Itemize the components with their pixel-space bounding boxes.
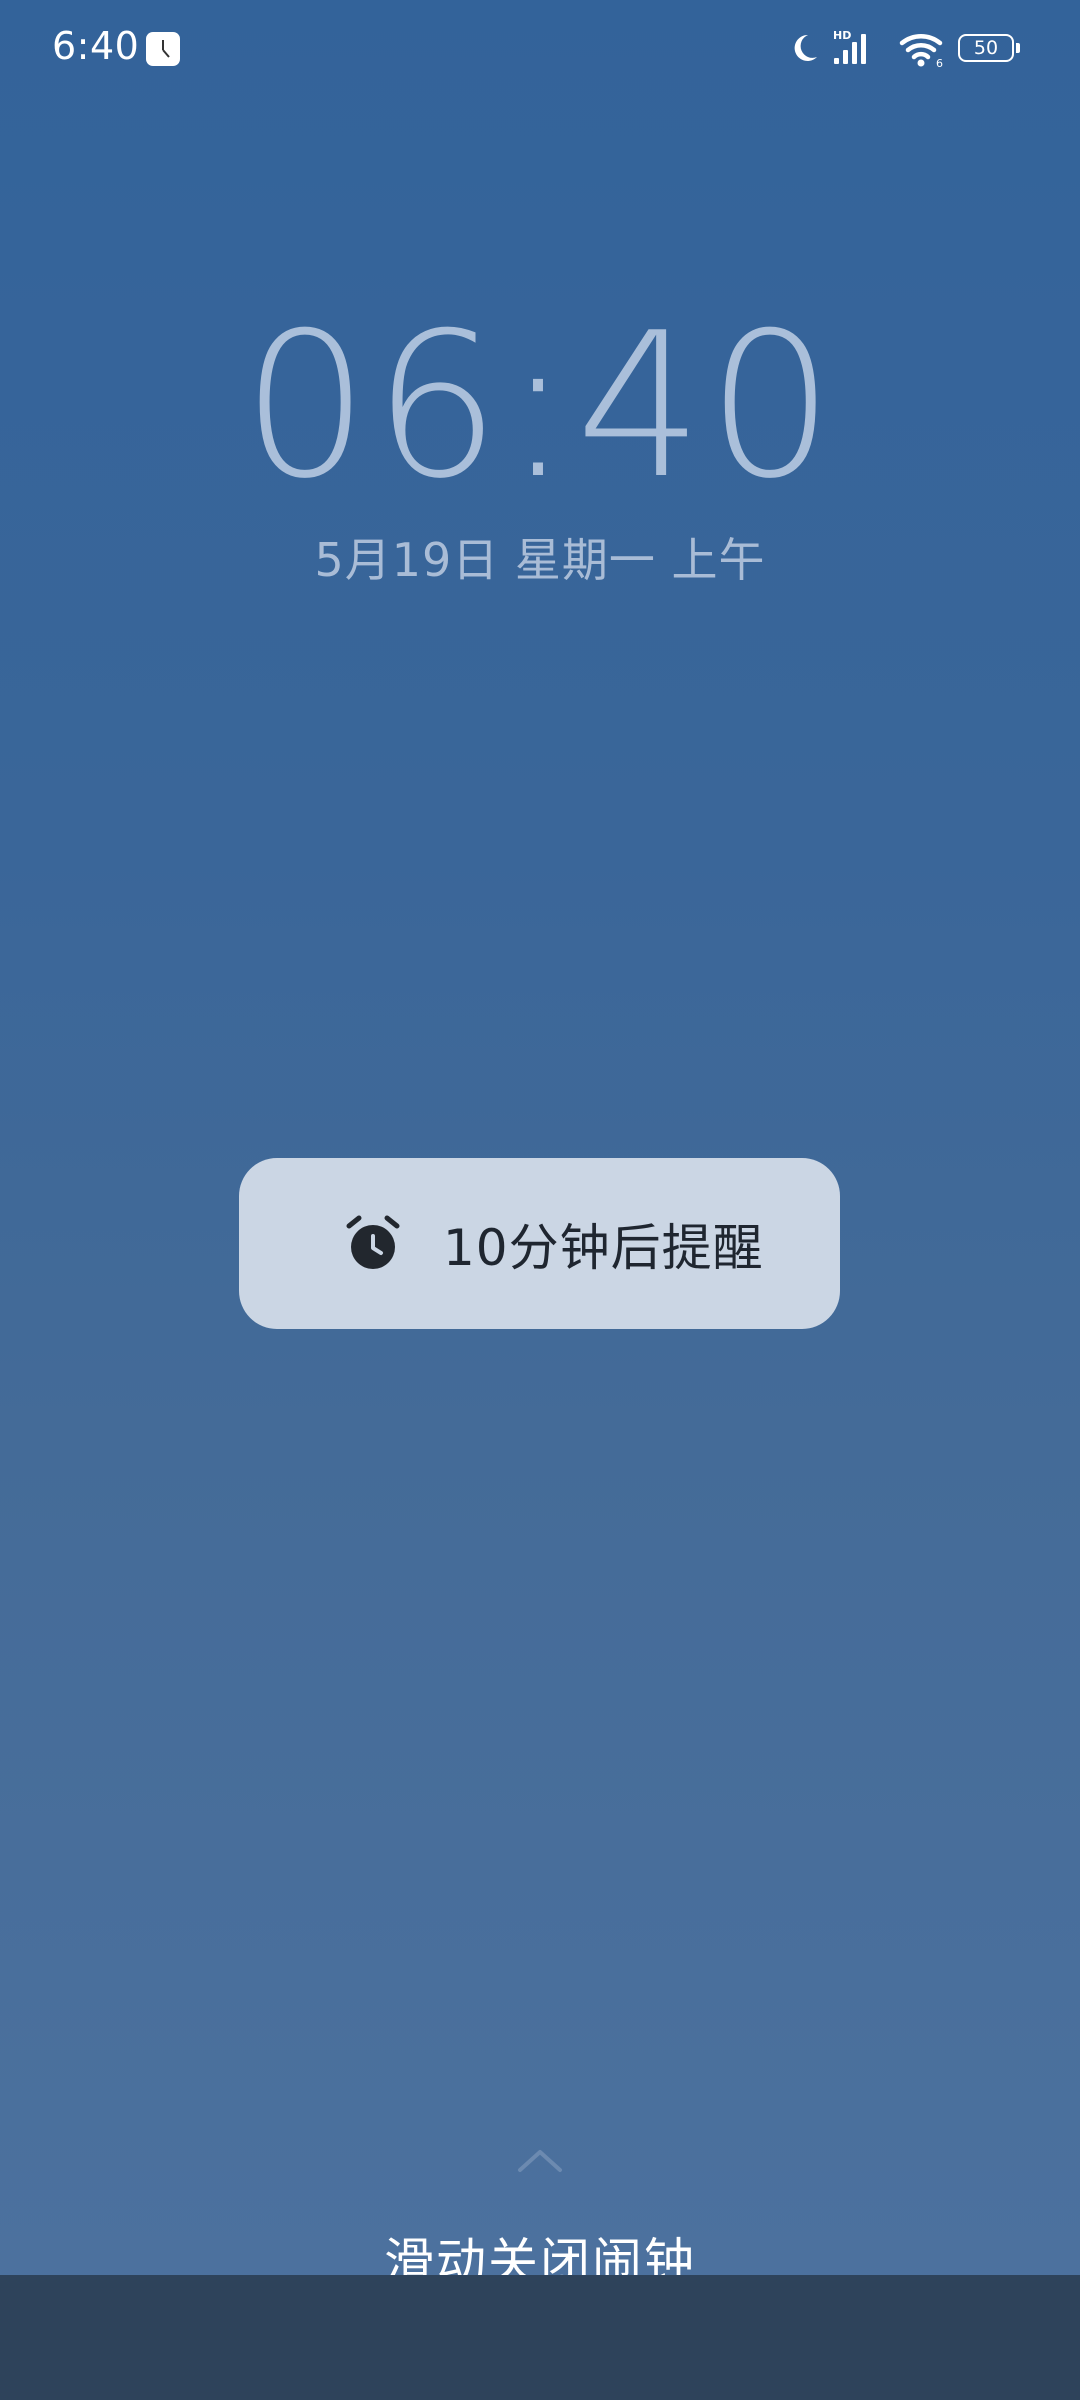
snooze-button[interactable]: 10分钟后提醒 <box>239 1158 840 1329</box>
battery-icon: 50 <box>958 34 1014 62</box>
status-bar: 6:40 HD 6 50 <box>0 0 1080 100</box>
battery-level: 50 <box>973 36 999 59</box>
hd-signal-icon: HD <box>832 28 882 72</box>
svg-text:6: 6 <box>936 57 943 68</box>
lockscreen-clock: 06:40 <box>241 290 839 523</box>
battery-tip <box>1016 43 1020 53</box>
lockscreen-date: 5月19日 星期一 上午 <box>314 533 766 587</box>
bottom-dismiss-area[interactable] <box>0 2275 1080 2400</box>
wifi-icon: 6 <box>898 32 948 72</box>
status-icons: HD 6 50 <box>760 0 1080 100</box>
alarm-clock-icon <box>343 1214 403 1274</box>
status-time: 6:40 <box>52 24 140 68</box>
moon-icon <box>790 32 820 68</box>
clock-app-icon <box>146 32 180 66</box>
snooze-label: 10分钟后提醒 <box>443 1218 764 1277</box>
svg-text:HD: HD <box>833 29 851 42</box>
chevron-up-icon[interactable] <box>516 2146 564 2178</box>
